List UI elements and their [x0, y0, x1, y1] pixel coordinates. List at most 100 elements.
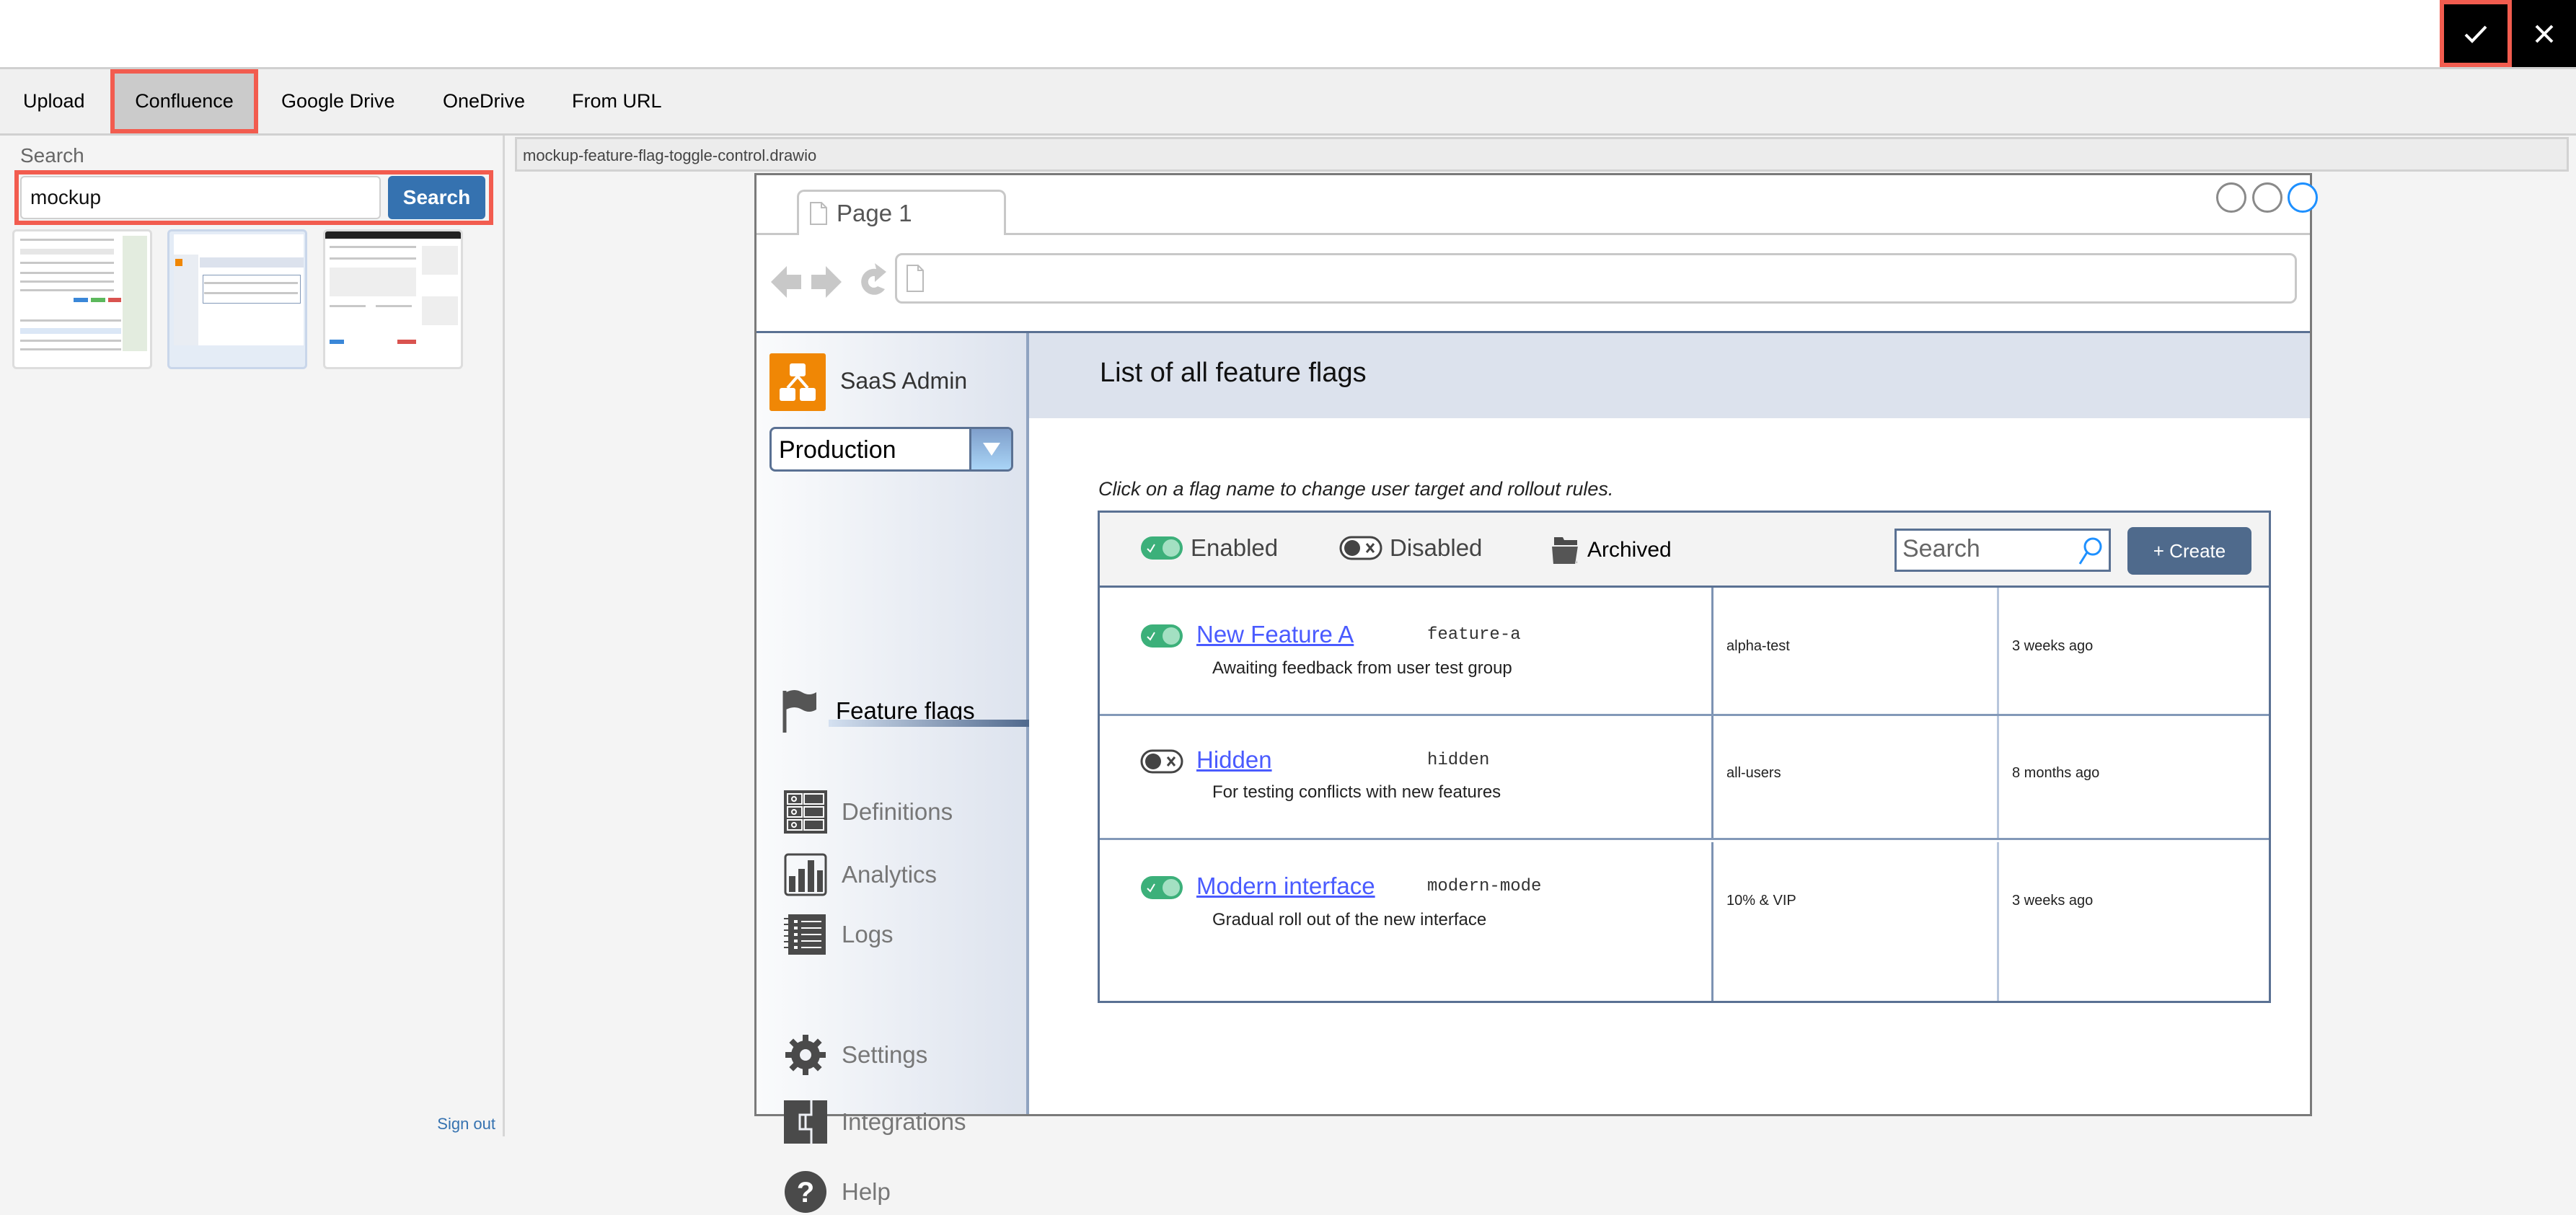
- search-button[interactable]: Search: [388, 176, 485, 219]
- flag-target-cell: 10% & VIP: [1713, 842, 1999, 1001]
- file-browser-panel: Search Search: [0, 136, 505, 1136]
- sidebar-item-label: Logs: [842, 921, 894, 948]
- checkmark-icon: [2463, 24, 2488, 44]
- instruction-text: Click on a flag name to change user targ…: [1098, 478, 1613, 500]
- table-row: New Feature A feature-a Awaiting feedbac…: [1100, 588, 2269, 716]
- sidebar-item-label: Settings: [842, 1041, 927, 1069]
- flag-icon: [778, 689, 821, 733]
- legend-enabled[interactable]: Enabled: [1140, 534, 1278, 562]
- search-icon: [2078, 536, 2103, 565]
- flag-description: For testing conflicts with new features: [1212, 782, 1501, 803]
- tab-google-drive[interactable]: Google Drive: [260, 69, 417, 133]
- sidebar-item-analytics[interactable]: Analytics: [784, 852, 937, 898]
- toggle-on-icon[interactable]: [1140, 624, 1183, 648]
- file-name: mockup-feature-flag-toggle-control.drawi…: [523, 146, 816, 164]
- thumbnail-admin-table[interactable]: [12, 229, 152, 369]
- flag-target-cell: all-users: [1713, 716, 1999, 838]
- sign-out-link[interactable]: Sign out: [437, 1115, 495, 1134]
- table-toolbar: Enabled Disabled Archived Search + Creat…: [1100, 513, 2269, 588]
- flag-key: hidden: [1427, 751, 1489, 770]
- sidebar-item-label: Analytics: [842, 861, 937, 888]
- sidebar-item-definitions[interactable]: Definitions: [784, 789, 953, 835]
- toggle-off-icon: [1339, 536, 1382, 560]
- search-input[interactable]: [20, 176, 381, 219]
- thumbnail-template-editor[interactable]: [323, 229, 463, 369]
- flag-target-cell: alpha-test: [1713, 588, 1999, 714]
- flag-key: feature-a: [1427, 625, 1521, 645]
- flag-key: modern-mode: [1427, 877, 1541, 896]
- main-header: List of all feature flags: [1029, 333, 2310, 418]
- environment-value: Production: [779, 436, 896, 464]
- page-icon: [809, 201, 828, 226]
- tab-upload[interactable]: Upload: [1, 69, 107, 133]
- table-row: Modern interface modern-mode Gradual rol…: [1100, 842, 2269, 1001]
- flag-target: alpha-test: [1726, 638, 1790, 655]
- flag-name-link[interactable]: Hidden: [1196, 746, 1272, 774]
- flag-target: all-users: [1726, 765, 1781, 782]
- integrations-icon: [784, 1100, 827, 1144]
- sidebar-item-label: Definitions: [842, 798, 953, 826]
- legend-disabled[interactable]: Disabled: [1339, 534, 1482, 562]
- toggle-on-icon: [1140, 536, 1183, 560]
- tab-from-url[interactable]: From URL: [550, 69, 684, 133]
- browser-nav-controls: [769, 260, 892, 304]
- flag-name-link[interactable]: New Feature A: [1196, 621, 1354, 648]
- page-title: List of all feature flags: [1100, 358, 1367, 389]
- flag-name-link[interactable]: Modern interface: [1196, 872, 1375, 900]
- legend-archived[interactable]: Archived: [1551, 534, 1672, 566]
- sidebar-item-feature-flags[interactable]: Feature flags: [778, 688, 975, 734]
- toggle-off-icon[interactable]: [1140, 749, 1183, 774]
- sidebar-item-logs[interactable]: Logs: [784, 911, 894, 958]
- legend-enabled-label: Enabled: [1191, 534, 1278, 562]
- reload-icon: [861, 263, 886, 295]
- chevron-down-icon: [969, 429, 1011, 469]
- legend-disabled-label: Disabled: [1390, 534, 1482, 562]
- flag-updated-cell: 8 months ago: [1999, 716, 2269, 838]
- tab-confluence[interactable]: Confluence: [110, 69, 258, 133]
- gear-icon: [784, 1033, 827, 1077]
- app-logo-icon: [769, 353, 826, 411]
- file-name-bar: mockup-feature-flag-toggle-control.drawi…: [515, 137, 2569, 172]
- flag-target: 10% & VIP: [1726, 893, 1796, 909]
- back-arrow-icon: [771, 266, 801, 298]
- app-name: SaaS Admin: [840, 368, 967, 394]
- active-nav-indicator: [829, 720, 1029, 727]
- tab-onedrive[interactable]: OneDrive: [421, 69, 547, 133]
- sidebar-item-label: Help: [842, 1178, 891, 1206]
- thumbnail-feature-flags[interactable]: [167, 229, 307, 369]
- flag-cell: Hidden hidden For testing conflicts with…: [1100, 716, 1713, 838]
- sidebar-item-label: Integrations: [842, 1108, 966, 1136]
- forward-arrow-icon: [811, 266, 842, 298]
- flag-cell: Modern interface modern-mode Gradual rol…: [1100, 842, 1713, 1001]
- browser-tab-label: Page 1: [837, 200, 912, 227]
- flag-updated: 8 months ago: [2012, 765, 2099, 782]
- browser-tab: Page 1: [797, 190, 1006, 235]
- close-button[interactable]: [2512, 0, 2576, 67]
- close-icon: [2534, 24, 2554, 44]
- table-row: Hidden hidden For testing conflicts with…: [1100, 716, 2269, 840]
- svg-text:?: ?: [797, 1177, 814, 1209]
- flag-search-input[interactable]: Search: [1894, 529, 2111, 572]
- feature-flags-table: Enabled Disabled Archived Search + Creat…: [1098, 511, 2271, 1003]
- tab-cover: [799, 233, 1004, 235]
- create-flag-button[interactable]: + Create: [2127, 527, 2251, 575]
- logs-icon: [784, 913, 827, 956]
- flag-updated-cell: 3 weeks ago: [1999, 588, 2269, 714]
- sidebar-item-integrations[interactable]: Integrations: [784, 1099, 966, 1145]
- legend-archived-label: Archived: [1587, 538, 1672, 562]
- window-close-button: [2288, 182, 2318, 213]
- source-tab-bar: Upload Confluence Google Drive OneDrive …: [0, 69, 2576, 136]
- window-maximize-button: [2252, 182, 2282, 213]
- confirm-button[interactable]: [2440, 0, 2512, 67]
- window-minimize-button: [2216, 182, 2246, 213]
- environment-select[interactable]: Production: [769, 427, 1013, 472]
- toggle-on-icon[interactable]: [1140, 875, 1183, 900]
- dialog-top-bar: [0, 0, 2576, 69]
- diagram-preview: Page 1 SaaS Admin Production F: [754, 173, 2312, 1116]
- flag-description: Gradual roll out of the new interface: [1212, 910, 1486, 930]
- sidebar-item-settings[interactable]: Settings: [784, 1032, 927, 1078]
- flag-updated: 3 weeks ago: [2012, 638, 2093, 655]
- flag-search-placeholder: Search: [1902, 535, 1980, 562]
- sidebar-item-help[interactable]: ? Help: [784, 1169, 891, 1215]
- bar-chart-icon: [784, 853, 827, 896]
